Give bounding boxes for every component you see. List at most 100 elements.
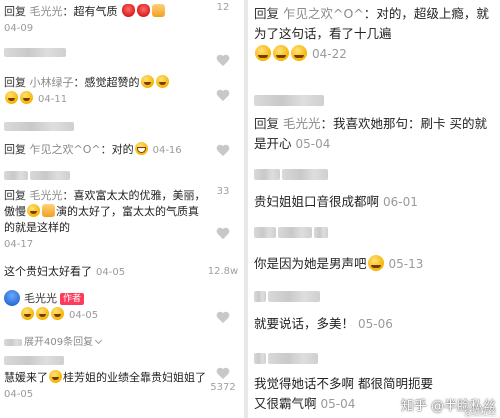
like-count: 5372 xyxy=(210,382,236,393)
blurred-text xyxy=(4,170,28,180)
blurred-text xyxy=(4,121,74,131)
expand-replies[interactable]: 展开409条回复 xyxy=(4,334,244,351)
separator: ： xyxy=(320,116,334,131)
comment-date: 04-11 xyxy=(38,94,68,105)
like-button[interactable] xyxy=(206,90,240,102)
heart-icon xyxy=(216,228,230,240)
comment-r4[interactable]: 你是因为她是男声吧 05-13 xyxy=(254,254,500,274)
laugh-emoji-icon xyxy=(27,204,40,217)
laugh-emoji-icon xyxy=(140,75,154,88)
reply-label: 回复 xyxy=(254,6,280,21)
laugh-emoji-icon xyxy=(291,45,307,61)
expand-replies-label[interactable]: 展开409条回复 xyxy=(24,337,93,348)
blurred-text xyxy=(254,227,276,238)
comment-reply-r1[interactable]: 回复 乍见之欢^O^：对的，超级上瘾，就为了这句话，看了十几遍 04-22 xyxy=(254,4,492,64)
comment-date: 04-05 xyxy=(4,389,34,400)
blurred-text xyxy=(268,353,318,364)
comment-text: 我觉得她话不多啊 都很简明扼要 xyxy=(254,376,433,391)
heart-icon xyxy=(216,90,230,102)
username[interactable]: 毛光光 xyxy=(30,5,63,18)
thumbs-up-emoji-icon xyxy=(152,4,165,17)
laugh-emoji-icon xyxy=(273,45,289,61)
blurred-text xyxy=(278,227,312,238)
blurred-row xyxy=(4,167,244,183)
chevron-down-icon xyxy=(95,336,103,345)
blurred-text xyxy=(254,291,266,302)
blurred-text xyxy=(4,47,66,57)
rose-emoji-icon xyxy=(122,4,135,17)
like-button[interactable] xyxy=(206,312,240,324)
reply-label: 回复 xyxy=(4,189,26,202)
like-button[interactable] xyxy=(206,145,240,157)
comment-reply-1[interactable]: 回复 毛光光：超有气质 04-09 xyxy=(4,4,244,37)
like-count: 33 xyxy=(216,186,230,197)
thumbs-up-emoji-icon xyxy=(42,204,55,217)
separator: ： xyxy=(62,189,74,202)
comment-text: 慧媛来了 xyxy=(4,371,48,384)
laugh-emoji-icon xyxy=(155,75,169,88)
comment-date: 04-16 xyxy=(152,145,182,156)
separator: ： xyxy=(62,5,74,18)
author-name[interactable]: 毛光光 xyxy=(24,292,57,305)
comment-text: 这个贵妇太好看了 xyxy=(4,265,92,278)
blurred-row xyxy=(254,164,500,184)
comment-text: 贵妇姐姐口音很成都啊 xyxy=(254,194,380,209)
reply-label: 回复 xyxy=(4,143,26,156)
reply-label: 回复 xyxy=(4,76,26,89)
username[interactable]: 小林绿子 xyxy=(30,76,74,89)
comment-reply-r2[interactable]: 回复 毛光光：我喜欢她那句：刷卡 买的就是开心 05-04 xyxy=(254,114,492,154)
username[interactable]: 毛光光 xyxy=(30,189,63,202)
comment-text: 对的 xyxy=(111,143,134,156)
comment-date: 04-05 xyxy=(96,267,126,278)
blurred-row xyxy=(4,352,244,368)
laugh-emoji-icon xyxy=(49,370,62,383)
comment-r5[interactable]: 就要说话，多美！ 05-06 xyxy=(254,314,500,334)
watermark-badge: @狐私丝 xyxy=(464,408,496,417)
laugh-emoji-icon xyxy=(36,307,49,320)
like-count: 12.8w xyxy=(207,266,239,277)
laugh-emoji-icon xyxy=(255,45,271,61)
like-button[interactable] xyxy=(206,368,240,380)
comment-last[interactable]: 慧媛来了 桂芳姐的业绩全靠贵妇姐姐了 04-05 xyxy=(4,370,208,403)
laugh-emoji-icon xyxy=(20,91,33,104)
comment-date: 04-17 xyxy=(4,239,34,250)
blurred-text xyxy=(4,338,22,346)
username[interactable]: 乍见之欢^O^ xyxy=(30,143,101,156)
comment-date: 04-05 xyxy=(69,310,99,321)
comment-reply-4[interactable]: 回复 毛光光：喜欢富太太的优雅，美丽，傲慢 演的太好了，富太太的气质真的就是这样的… xyxy=(4,188,208,253)
blurred-text xyxy=(254,353,266,364)
username[interactable]: 乍见之欢^O^ xyxy=(283,6,364,21)
laugh-emoji-icon xyxy=(51,307,64,320)
comment-text: 你是因为她是男声吧 xyxy=(254,256,367,271)
comment-r3[interactable]: 贵妇姐姐口音很成都啊 06-01 xyxy=(254,192,500,212)
comment-text-cont: 又很霸气啊 xyxy=(254,396,317,411)
blurred-text xyxy=(282,169,328,180)
blurred-text xyxy=(254,95,324,106)
heart-icon xyxy=(216,312,230,324)
separator: ： xyxy=(73,76,85,89)
comment-date: 04-22 xyxy=(312,47,347,61)
comment-date: 05-13 xyxy=(388,257,424,271)
blurred-row xyxy=(254,348,500,368)
reply-label: 回复 xyxy=(254,116,280,131)
avatar[interactable] xyxy=(4,290,20,306)
username[interactable]: 毛光光 xyxy=(283,116,321,131)
blurred-row xyxy=(254,286,500,306)
rose-emoji-icon xyxy=(137,4,150,17)
like-button[interactable] xyxy=(206,228,240,240)
blurred-row xyxy=(254,90,500,110)
blurred-row xyxy=(4,118,244,134)
laugh-emoji-icon xyxy=(367,255,384,271)
blurred-row xyxy=(254,222,500,242)
blurred-row xyxy=(4,44,244,60)
separator: ： xyxy=(363,6,377,21)
comment-date: 04-09 xyxy=(4,23,34,34)
comment-text: 超有气质 xyxy=(73,5,118,18)
separator: ： xyxy=(100,143,112,156)
comment-date: 05-04 xyxy=(320,397,356,411)
comment-date: 05-04 xyxy=(295,137,331,151)
comment-text: 感觉超赞的 xyxy=(84,76,140,89)
reply-label: 回复 xyxy=(4,5,26,18)
heart-icon xyxy=(216,145,230,157)
blurred-text xyxy=(268,291,320,302)
